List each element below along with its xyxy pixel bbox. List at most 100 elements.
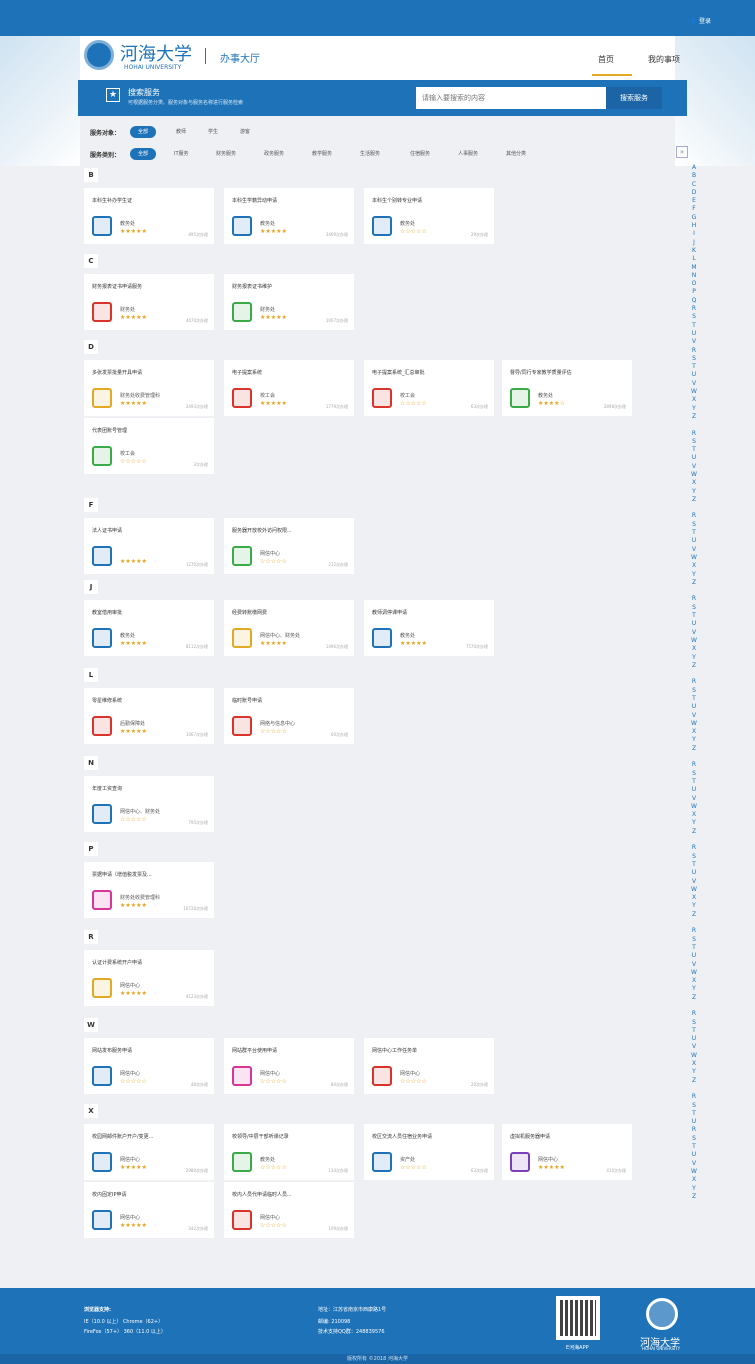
service-card[interactable]: 虚拟机服务器申请 网信中心 ★★★★★ 410次办理 [502,1124,632,1180]
az-index-letter[interactable]: V [690,1160,698,1168]
az-index-letter[interactable]: Z [690,1193,698,1201]
az-index-letter[interactable]: Z [690,496,698,504]
service-card[interactable]: 校内人员代申请临时人员... 网信中心 ☆☆☆☆☆ 109次办理 [224,1182,354,1238]
az-index-letter[interactable]: Y [690,654,698,662]
audience-chip-teacher[interactable]: 教师 [168,126,194,138]
az-index-letter[interactable]: Y [690,571,698,579]
az-index-letter[interactable]: U [690,537,698,545]
az-index-letter[interactable]: U [690,952,698,960]
az-index-letter[interactable]: N [690,272,698,280]
audience-chip-student[interactable]: 学生 [200,126,226,138]
az-index-letter[interactable]: U [690,371,698,379]
az-index-letter[interactable]: V [690,1043,698,1051]
az-index-letter[interactable] [690,919,698,927]
az-index-letter[interactable]: Z [690,994,698,1002]
service-card[interactable]: 临时账号申请 网络与信息中心 ☆☆☆☆☆ 60次办理 [224,688,354,744]
login-link[interactable]: 👤 登录 [690,16,711,25]
service-card[interactable]: 教师调停课申请 教务处 ★★★★★ 7570次办理 [364,600,494,656]
az-index-letter[interactable]: E [690,197,698,205]
az-index-letter[interactable]: R [690,761,698,769]
audience-chip-visitor[interactable]: 游客 [232,126,258,138]
az-index-letter[interactable]: Z [690,662,698,670]
az-index-letter[interactable]: W [690,969,698,977]
service-card[interactable]: 电子提案系统_汇总审批 校工会 ☆☆☆☆☆ 63次办理 [364,360,494,416]
az-index-letter[interactable]: X [690,894,698,902]
service-card[interactable]: 经费转账缴网费 网信中心、财务处 ★★★★★ 1496次办理 [224,600,354,656]
az-index-letter[interactable]: U [690,1118,698,1126]
az-index-letter[interactable]: R [690,430,698,438]
az-index-letter[interactable]: T [690,612,698,620]
az-index-letter[interactable]: T [690,944,698,952]
search-input[interactable] [416,87,606,109]
az-index-letter[interactable]: B [690,172,698,180]
az-index-letter[interactable]: R [690,1093,698,1101]
az-index-letter[interactable]: X [690,562,698,570]
az-index-letter[interactable]: T [690,1143,698,1151]
az-index-letter[interactable]: X [690,1176,698,1184]
az-index-letter[interactable]: T [690,695,698,703]
az-index-letter[interactable]: W [690,388,698,396]
az-index-letter[interactable]: Y [690,736,698,744]
az-index-letter[interactable]: Z [690,1077,698,1085]
az-index-letter[interactable]: V [690,795,698,803]
search-button[interactable]: 搜索服务 [606,87,662,109]
category-chip-hr[interactable]: 人事服务 [450,148,486,160]
service-card[interactable]: 财务报表证书申请服务 财务处 ★★★★★ 4470次办理 [84,274,214,330]
az-index-letter[interactable]: C [690,181,698,189]
az-index-letter[interactable]: U [690,869,698,877]
service-card[interactable]: 本科生个别转专业申请 教务处 ☆☆☆☆☆ 29次办理 [364,188,494,244]
az-index-letter[interactable]: S [690,604,698,612]
az-index-letter[interactable]: V [690,961,698,969]
service-card[interactable]: 服务器开放校外访问权限... 网信中心 ☆☆☆☆☆ 212次办理 [224,518,354,574]
az-index-letter[interactable]: U [690,620,698,628]
az-index-letter[interactable]: X [690,977,698,985]
az-index-letter[interactable]: X [690,479,698,487]
category-chip-lodging[interactable]: 住宿服务 [402,148,438,160]
az-index-letter[interactable]: U [690,330,698,338]
az-index-letter[interactable]: S [690,853,698,861]
az-index-letter[interactable]: V [690,712,698,720]
az-index-letter[interactable]: Q [690,297,698,305]
az-index-letter[interactable]: T [690,778,698,786]
az-index-letter[interactable]: T [690,322,698,330]
az-index-letter[interactable]: D [690,189,698,197]
university-logo[interactable] [84,40,114,70]
az-index-letter[interactable]: X [690,396,698,404]
service-card[interactable]: 校领导/中层干部听课记录 教务处 ☆☆☆☆☆ 134次办理 [224,1124,354,1180]
az-index-letter[interactable] [690,504,698,512]
category-chip-all[interactable]: 全部 [130,148,157,160]
az-index-letter[interactable]: U [690,1151,698,1159]
az-index-letter[interactable]: U [690,1035,698,1043]
nav-home[interactable]: 首页 [592,54,632,76]
az-index-letter[interactable]: R [690,347,698,355]
nav-my-items[interactable]: 我的事项 [648,54,680,65]
az-index-letter[interactable]: M [690,264,698,272]
service-card[interactable]: 零星维修系统 后勤保障处 ★★★★★ 1067次办理 [84,688,214,744]
az-index-letter[interactable]: R [690,512,698,520]
az-index-letter[interactable]: V [690,546,698,554]
az-index-letter[interactable]: Z [690,745,698,753]
az-index-letter[interactable] [690,836,698,844]
az-index-letter[interactable]: W [690,471,698,479]
az-index-letter[interactable]: V [690,463,698,471]
az-index-letter[interactable]: X [690,728,698,736]
az-index-letter[interactable]: T [690,446,698,454]
az-index-letter[interactable]: R [690,1010,698,1018]
az-index-letter[interactable] [690,753,698,761]
az-index-letter[interactable]: W [690,554,698,562]
az-index-letter[interactable]: Y [690,902,698,910]
category-chip-finance[interactable]: 财务服务 [208,148,244,160]
az-index-letter[interactable]: J [690,239,698,247]
service-card[interactable]: 教室借用审批 教务处 ★★★★★ 8112次办理 [84,600,214,656]
az-index-letter[interactable]: W [690,637,698,645]
az-index-letter[interactable]: Y [690,405,698,413]
az-index-letter[interactable]: Z [690,579,698,587]
service-card[interactable]: 网站发布服务申请 网信中心 ☆☆☆☆☆ 48次办理 [84,1038,214,1094]
az-index-letter[interactable]: W [690,886,698,894]
audience-chip-all[interactable]: 全部 [130,126,157,138]
az-index-letter[interactable]: H [690,222,698,230]
az-index-letter[interactable]: S [690,313,698,321]
service-card[interactable]: 校区交流人员住宿业务申请 资产处 ☆☆☆☆☆ 63次办理 [364,1124,494,1180]
az-index-letter[interactable]: S [690,438,698,446]
az-index-letter[interactable]: R [690,305,698,313]
